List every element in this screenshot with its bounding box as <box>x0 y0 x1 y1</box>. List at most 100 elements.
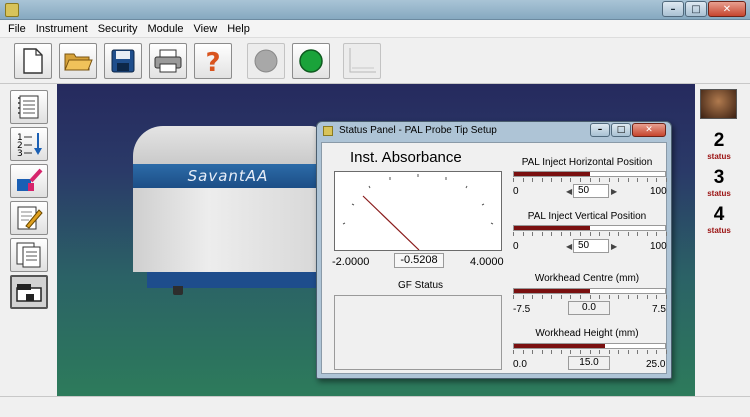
maximize-button[interactable]: □ <box>685 1 707 17</box>
workhead-height-max: 25.0 <box>646 359 666 370</box>
tick-mark <box>532 178 534 182</box>
tick-mark <box>560 295 562 299</box>
tick-mark <box>589 350 591 354</box>
sample-vials-button[interactable] <box>10 164 48 198</box>
level-fill <box>514 226 590 230</box>
svg-text:3: 3 <box>17 149 23 158</box>
gf-status-label: GF Status <box>398 280 444 291</box>
tick-mark <box>618 178 620 182</box>
gauge-value-readout: -0.5208 <box>394 253 444 268</box>
tick-mark <box>656 295 658 299</box>
tick-mark <box>541 350 543 354</box>
status-2-number[interactable]: 2 <box>695 130 743 152</box>
tick-mark <box>579 295 581 299</box>
tick-mark <box>579 178 581 182</box>
instrument-button[interactable] <box>10 275 48 309</box>
tick-mark <box>560 350 562 354</box>
tick-mark <box>618 295 620 299</box>
right-panel: 2 status 3 status 4 status <box>695 84 750 396</box>
start-button[interactable] <box>292 43 330 79</box>
vertical-right-arrow-icon[interactable]: ▶ <box>611 242 617 251</box>
menu-help[interactable]: Help <box>227 23 250 35</box>
graph-button[interactable] <box>343 43 381 79</box>
tick-mark <box>513 178 514 182</box>
new-document-button[interactable] <box>14 43 52 79</box>
notebook-icon <box>18 95 39 119</box>
window-titlebar: – □ ✕ <box>0 0 750 20</box>
instrument-foot <box>173 286 183 295</box>
workhead-height-ticks <box>513 350 667 354</box>
vertical-position-max: 100 <box>650 241 667 252</box>
instrument-thumbnail[interactable] <box>700 89 737 119</box>
gauge-dial <box>342 174 494 251</box>
menu-file[interactable]: File <box>8 23 26 35</box>
tick-mark <box>532 350 534 354</box>
horizontal-position-ticks <box>513 178 667 182</box>
horizontal-position-label: PAL Inject Horizontal Position <box>521 157 653 168</box>
status-panel-content: Inst. Absorbance -2.0000 -0.5208 4.0000 … <box>321 142 667 374</box>
report-icon <box>16 242 41 268</box>
instrument-label: SavantAA <box>187 167 269 185</box>
horizontal-position-value[interactable]: 50 <box>573 184 609 198</box>
vertical-position-ticks <box>513 232 667 236</box>
workhead-centre-value: 0.0 <box>568 301 610 315</box>
menu-view[interactable]: View <box>194 23 218 35</box>
instrument-body <box>133 188 323 272</box>
save-button[interactable] <box>104 43 142 79</box>
tick-mark <box>522 350 524 354</box>
report-button[interactable] <box>10 238 48 272</box>
left-toolbar: 1 2 3 <box>0 84 57 396</box>
tick-mark <box>589 178 591 182</box>
tick-mark <box>522 295 524 299</box>
tick-mark <box>589 295 591 299</box>
tick-mark <box>541 232 543 236</box>
tick-mark <box>579 350 581 354</box>
tick-mark <box>551 350 553 354</box>
tick-mark <box>541 295 543 299</box>
tick-mark <box>646 178 648 182</box>
vertical-position-slider[interactable] <box>513 225 666 231</box>
open-button[interactable] <box>59 43 97 79</box>
tick-mark <box>532 232 534 236</box>
menu-instrument[interactable]: Instrument <box>36 23 88 35</box>
workhead-centre-ticks <box>513 295 667 299</box>
tick-mark <box>551 232 553 236</box>
tick-mark <box>646 232 648 236</box>
tick-mark <box>646 350 648 354</box>
svg-text:?: ? <box>205 48 220 75</box>
tick-mark <box>666 232 667 236</box>
workhead-height-bar <box>513 343 666 349</box>
stop-button[interactable] <box>247 43 285 79</box>
horizontal-right-arrow-icon[interactable]: ▶ <box>611 187 617 196</box>
status-3-number[interactable]: 3 <box>695 167 743 189</box>
menu-security[interactable]: Security <box>98 23 138 35</box>
vertical-left-arrow-icon[interactable]: ◀ <box>566 242 572 251</box>
horizontal-position-slider[interactable] <box>513 171 666 177</box>
close-button[interactable]: ✕ <box>708 1 746 17</box>
tick-mark <box>599 350 601 354</box>
edit-icon <box>17 206 43 230</box>
level-fill <box>514 289 590 293</box>
tick-mark <box>608 295 610 299</box>
vertical-position-value[interactable]: 50 <box>573 239 609 253</box>
status-panel-minimize-button[interactable]: – <box>590 123 610 137</box>
tick-mark <box>599 232 601 236</box>
status-panel-maximize-button[interactable]: □ <box>611 123 631 137</box>
tick-mark <box>579 232 581 236</box>
status-4-number[interactable]: 4 <box>695 204 743 226</box>
edit-button[interactable] <box>10 201 48 235</box>
print-button[interactable] <box>149 43 187 79</box>
help-button[interactable]: ? <box>194 43 232 79</box>
notebook-button[interactable] <box>10 90 48 124</box>
minimize-button[interactable]: – <box>662 1 684 17</box>
tick-mark <box>560 178 562 182</box>
stop-icon <box>254 49 278 73</box>
sequence-button[interactable]: 1 2 3 <box>10 127 48 161</box>
vertical-position-min: 0 <box>513 241 519 252</box>
menu-module[interactable]: Module <box>147 23 183 35</box>
workhead-height-value: 15.0 <box>568 356 610 370</box>
horizontal-left-arrow-icon[interactable]: ◀ <box>566 187 572 196</box>
status-panel-close-button[interactable]: ✕ <box>632 123 666 137</box>
status-panel-titlebar[interactable]: Status Panel - PAL Probe Tip Setup – □ ✕ <box>317 122 671 140</box>
horizontal-position-min: 0 <box>513 186 519 197</box>
